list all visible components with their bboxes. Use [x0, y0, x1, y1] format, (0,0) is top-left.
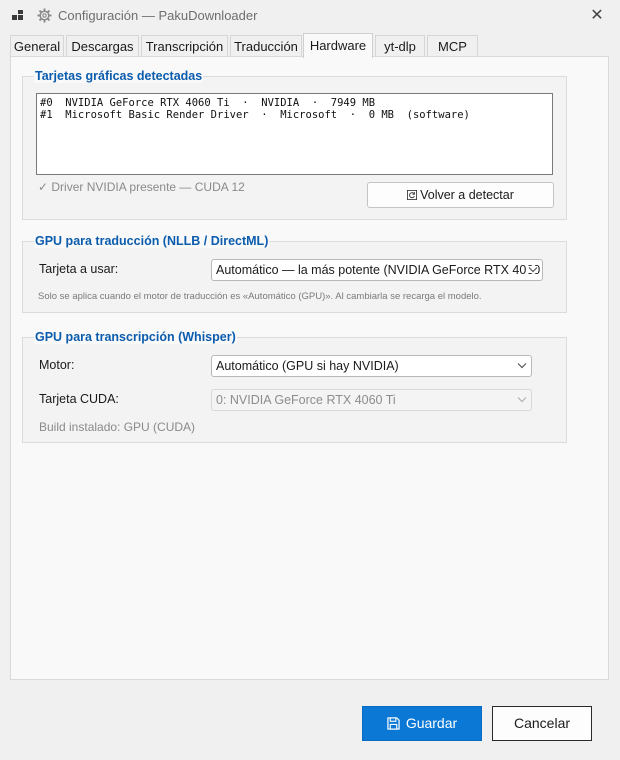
refresh-icon [407, 190, 418, 200]
tab-traduccion[interactable]: Traducción [230, 35, 302, 56]
chevron-down-icon [526, 266, 538, 273]
driver-status: ✓ Driver NVIDIA presente — CUDA 12 [38, 180, 245, 194]
tab-descargas[interactable]: Descargas [66, 35, 139, 56]
translation-hint: Solo se aplica cuando el motor de traduc… [38, 291, 482, 302]
tab-transcripcion[interactable]: Transcripción [141, 35, 228, 56]
app-icon [12, 10, 23, 20]
transcription-gpu-title: GPU para transcripción (Whisper) [34, 330, 237, 344]
chevron-down-icon [517, 363, 527, 369]
build-info: Build instalado: GPU (CUDA) [39, 420, 196, 434]
tab-hardware[interactable]: Hardware [303, 33, 373, 58]
redetect-label: Volver a detectar [420, 188, 514, 202]
save-icon [387, 717, 400, 730]
save-label: Guardar [405, 715, 458, 731]
detected-gpus-title: Tarjetas gráficas detectadas [34, 69, 204, 83]
engine-select[interactable]: Automático (GPU si hay NVIDIA) [211, 355, 532, 377]
chevron-down-icon [517, 397, 527, 403]
translation-gpu-title: GPU para traducción (NLLB / DirectML) [34, 234, 270, 248]
translation-card-value: Automático — la más potente (NVIDIA GeFo… [216, 263, 543, 277]
title-bar: Configuración — PakuDownloader ✕ [0, 0, 620, 32]
gpu-list[interactable]: #0 NVIDIA GeForce RTX 4060 Ti · NVIDIA ·… [36, 93, 553, 175]
cuda-card-value: 0: NVIDIA GeForce RTX 4060 Ti [216, 393, 396, 407]
tab-general[interactable]: General [10, 35, 64, 56]
window-title: Configuración — PakuDownloader [58, 8, 258, 23]
gpu-list-item: #1 Microsoft Basic Render Driver · Micro… [40, 109, 470, 121]
redetect-button[interactable]: Volver a detectar [367, 182, 554, 208]
tab-yt-dlp[interactable]: yt-dlp [375, 35, 425, 56]
engine-label: Motor: [39, 358, 75, 372]
translation-card-label: Tarjeta a usar: [39, 262, 119, 276]
cuda-card-select[interactable]: 0: NVIDIA GeForce RTX 4060 Ti [211, 389, 532, 411]
gpu-list-item: #0 NVIDIA GeForce RTX 4060 Ti · NVIDIA ·… [40, 97, 376, 109]
translation-card-select[interactable]: Automático — la más potente (NVIDIA GeFo… [211, 259, 543, 281]
save-button[interactable]: Guardar [362, 706, 482, 741]
cuda-card-label: Tarjeta CUDA: [39, 392, 119, 406]
engine-value: Automático (GPU si hay NVIDIA) [216, 359, 399, 373]
tab-strip: General Descargas Transcripción Traducci… [10, 33, 610, 58]
cancel-button[interactable]: Cancelar [492, 706, 592, 741]
cancel-label: Cancelar [513, 715, 571, 731]
gear-icon [37, 8, 52, 23]
close-button[interactable]: ✕ [583, 4, 611, 28]
close-icon: ✕ [590, 7, 604, 24]
tab-mcp[interactable]: MCP [427, 35, 478, 56]
